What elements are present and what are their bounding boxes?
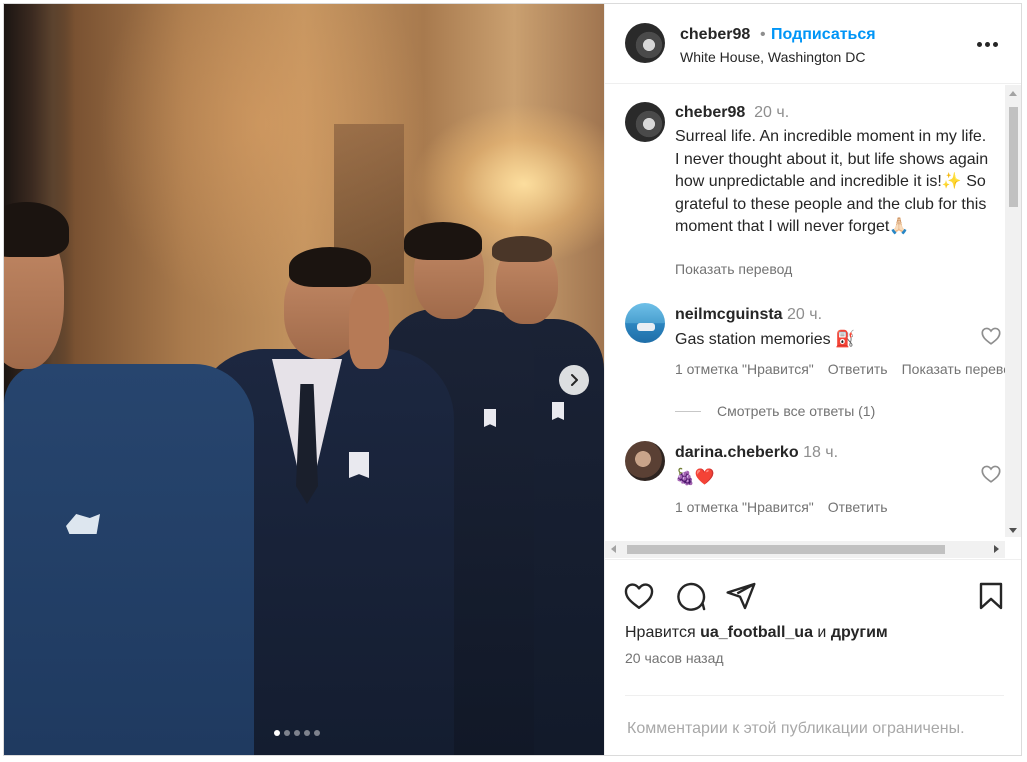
caption-username[interactable]: cheber98 xyxy=(675,104,745,121)
carousel-dot xyxy=(304,730,310,736)
caption-time[interactable]: 20 ч. xyxy=(754,104,789,121)
caption-avatar[interactable] xyxy=(625,102,665,142)
post-header: cheber98 • Подписаться White House, Wash… xyxy=(605,4,1021,84)
post-dialog: cheber98 • Подписаться White House, Wash… xyxy=(3,3,1022,756)
comment-translate-link[interactable]: Показать перевод xyxy=(902,361,1019,377)
carousel-indicator xyxy=(274,730,320,736)
chevron-right-icon xyxy=(571,374,578,386)
post-location[interactable]: White House, Washington DC xyxy=(680,49,865,65)
like-heart-icon[interactable] xyxy=(623,580,655,612)
view-replies-button[interactable]: Смотреть все ответы (1) xyxy=(675,403,875,419)
scroll-down-arrow-icon[interactable] xyxy=(1009,528,1017,533)
follow-button[interactable]: Подписаться xyxy=(771,26,876,44)
more-options-button[interactable] xyxy=(975,32,999,56)
comment-likes-count[interactable]: 1 отметка "Нравится" xyxy=(675,361,814,377)
section-divider xyxy=(625,695,1004,696)
likes-summary: Нравится ua_football_ua и другим xyxy=(625,624,888,642)
scrollbar-thumb[interactable] xyxy=(1009,107,1018,207)
view-replies-label: Смотреть все ответы (1) xyxy=(717,403,876,419)
header-separator: • xyxy=(760,26,766,43)
comment-avatar[interactable] xyxy=(625,441,665,481)
carousel-dot xyxy=(294,730,300,736)
more-horizontal-icon xyxy=(976,41,982,47)
carousel-dot xyxy=(314,730,320,736)
likes-connector: и xyxy=(817,624,827,641)
caption-translate-link[interactable]: Показать перевод xyxy=(675,261,792,277)
post-actions: Нравится ua_football_ua и другим 20 часо… xyxy=(605,559,1021,755)
comment-text: Gas station memories ⛽ xyxy=(675,331,855,348)
comments-section[interactable]: cheber98 20 ч. Surreal life. An incredib… xyxy=(605,85,1021,559)
comment-username[interactable]: neilmcguinsta xyxy=(675,306,783,323)
post-photo[interactable] xyxy=(4,4,604,755)
scroll-up-arrow-icon[interactable] xyxy=(1009,91,1017,96)
bookmark-icon[interactable] xyxy=(975,580,1007,612)
comment-reply-button[interactable]: Ответить xyxy=(828,499,888,515)
comment-text: 🍇❤️ xyxy=(675,469,715,486)
replies-divider xyxy=(675,410,701,412)
carousel-dot xyxy=(284,730,290,736)
post-timestamp[interactable]: 20 часов назад xyxy=(625,650,724,666)
author-avatar[interactable] xyxy=(625,23,665,63)
comment-username[interactable]: darina.cheberko xyxy=(675,444,799,461)
comment-like-heart-icon[interactable] xyxy=(980,325,1002,347)
share-icon[interactable] xyxy=(725,580,757,612)
comment-icon[interactable] xyxy=(675,580,707,612)
comments-vertical-scrollbar[interactable] xyxy=(1005,85,1021,537)
caption-text: Surreal life. An incredible moment in my… xyxy=(675,128,989,236)
comment-reply-button[interactable]: Ответить xyxy=(828,361,888,377)
likes-prefix: Нравится xyxy=(625,624,696,641)
liked-by-others-link[interactable]: другим xyxy=(831,624,888,641)
carousel-next-button[interactable] xyxy=(559,365,589,395)
author-username[interactable]: cheber98 xyxy=(680,26,750,44)
comments-horizontal-scrollbar[interactable] xyxy=(605,541,1005,558)
comment-time[interactable]: 18 ч. xyxy=(803,444,838,461)
scrollbar-thumb[interactable] xyxy=(627,545,945,554)
scroll-right-arrow-icon[interactable] xyxy=(994,545,999,553)
carousel-dot xyxy=(274,730,280,736)
liked-by-user-link[interactable]: ua_football_ua xyxy=(700,624,813,641)
comments-limited-notice: Комментарии к этой публикации ограничены… xyxy=(627,720,965,737)
comment-like-heart-icon[interactable] xyxy=(980,463,1002,485)
post-details-panel: cheber98 • Подписаться White House, Wash… xyxy=(604,4,1021,755)
comment-likes-count[interactable]: 1 отметка "Нравится" xyxy=(675,499,814,515)
scroll-left-arrow-icon[interactable] xyxy=(611,545,616,553)
comment-time[interactable]: 20 ч. xyxy=(787,306,822,323)
comment-avatar[interactable] xyxy=(625,303,665,343)
